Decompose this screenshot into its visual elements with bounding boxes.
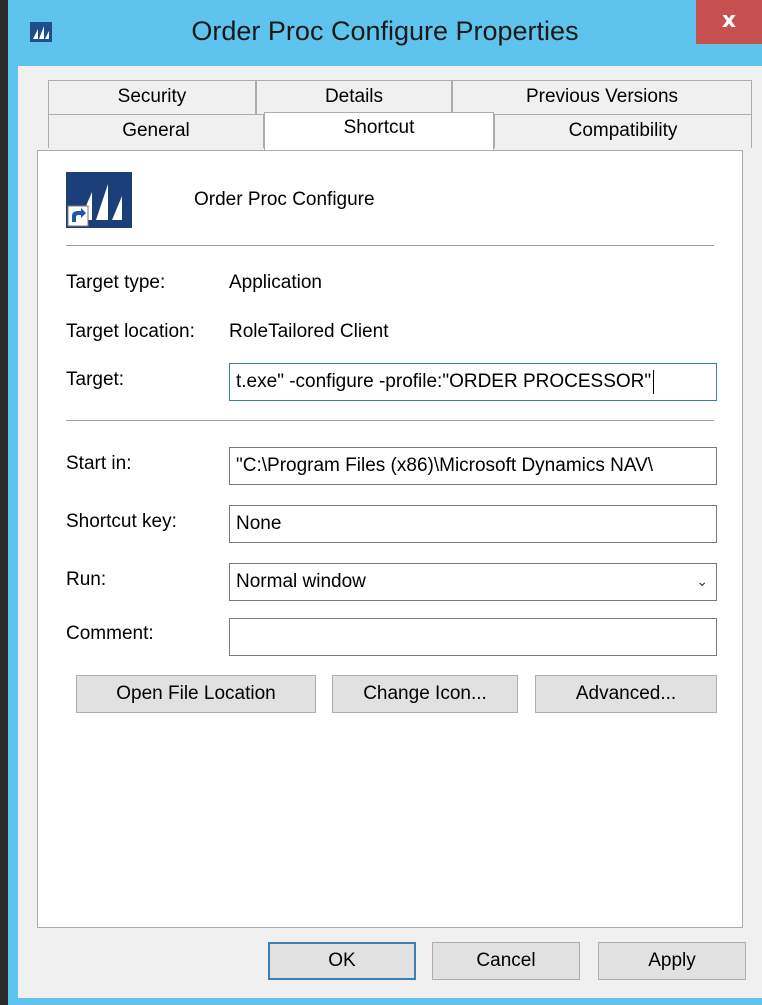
tab-compatibility[interactable]: Compatibility bbox=[494, 114, 752, 148]
ok-label: OK bbox=[328, 950, 356, 971]
target-location-value: RoleTailored Client bbox=[229, 321, 389, 342]
shortcut-name: Order Proc Configure bbox=[194, 189, 375, 210]
tab-shortcut-label: Shortcut bbox=[343, 117, 415, 138]
window-title: Order Proc Configure Properties bbox=[191, 16, 579, 46]
target-location-label: Target location: bbox=[66, 321, 195, 342]
apply-button[interactable]: Apply bbox=[598, 942, 746, 980]
change-icon-button[interactable]: Change Icon... bbox=[332, 675, 518, 713]
shortcut-key-field[interactable]: None bbox=[229, 505, 717, 543]
dialog-client-area: Security Details Previous Versions Gener… bbox=[18, 66, 762, 998]
shortcut-app-icon bbox=[66, 172, 132, 228]
open-file-location-label: Open File Location bbox=[116, 683, 276, 704]
text-caret bbox=[653, 369, 655, 394]
target-field-text: t.exe" -configure -profile:"ORDER PROCES… bbox=[236, 371, 652, 392]
shortcut-arrow-icon bbox=[67, 205, 89, 227]
chevron-down-icon[interactable]: ⌄ bbox=[696, 564, 708, 600]
open-file-location-button[interactable]: Open File Location bbox=[76, 675, 316, 713]
tab-details[interactable]: Details bbox=[256, 80, 452, 114]
properties-window: Order Proc Configure Properties x Securi… bbox=[8, 0, 762, 1005]
advanced-button[interactable]: Advanced... bbox=[535, 675, 717, 713]
title-bar[interactable]: Order Proc Configure Properties x bbox=[8, 0, 762, 66]
start-in-label: Start in: bbox=[66, 453, 132, 474]
run-select-value: Normal window bbox=[236, 571, 366, 592]
comment-label: Comment: bbox=[66, 623, 154, 644]
change-icon-label: Change Icon... bbox=[363, 683, 487, 704]
separator bbox=[66, 245, 714, 246]
advanced-label: Advanced... bbox=[575, 683, 677, 704]
shortcut-key-field-text: None bbox=[236, 513, 282, 534]
tab-general-label: General bbox=[122, 120, 190, 141]
tab-compatibility-label: Compatibility bbox=[568, 120, 678, 141]
tab-previous-versions[interactable]: Previous Versions bbox=[452, 80, 752, 114]
tab-shortcut[interactable]: Shortcut bbox=[264, 112, 494, 150]
apply-label: Apply bbox=[648, 950, 696, 971]
tab-details-label: Details bbox=[324, 86, 384, 107]
tab-previous-versions-label: Previous Versions bbox=[525, 86, 679, 107]
close-button[interactable]: x bbox=[696, 0, 762, 44]
start-in-field-text: "C:\Program Files (x86)\Microsoft Dynami… bbox=[236, 455, 654, 476]
cancel-label: Cancel bbox=[476, 950, 536, 971]
target-type-value: Application bbox=[229, 272, 322, 293]
target-label: Target: bbox=[66, 369, 125, 390]
target-field[interactable]: t.exe" -configure -profile:"ORDER PROCES… bbox=[229, 363, 717, 401]
run-label: Run: bbox=[66, 569, 107, 590]
start-in-field[interactable]: "C:\Program Files (x86)\Microsoft Dynami… bbox=[229, 447, 717, 485]
close-icon: x bbox=[721, 8, 737, 33]
target-type-label: Target type: bbox=[66, 272, 166, 293]
comment-field[interactable] bbox=[229, 618, 717, 656]
tab-general[interactable]: General bbox=[48, 114, 264, 148]
tab-security-label: Security bbox=[117, 86, 187, 107]
cancel-button[interactable]: Cancel bbox=[432, 942, 580, 980]
shortcut-key-label: Shortcut key: bbox=[66, 511, 177, 532]
run-select[interactable]: Normal window ⌄ bbox=[229, 563, 717, 601]
ok-button[interactable]: OK bbox=[268, 942, 416, 980]
tab-security[interactable]: Security bbox=[48, 80, 256, 114]
separator bbox=[66, 420, 714, 421]
